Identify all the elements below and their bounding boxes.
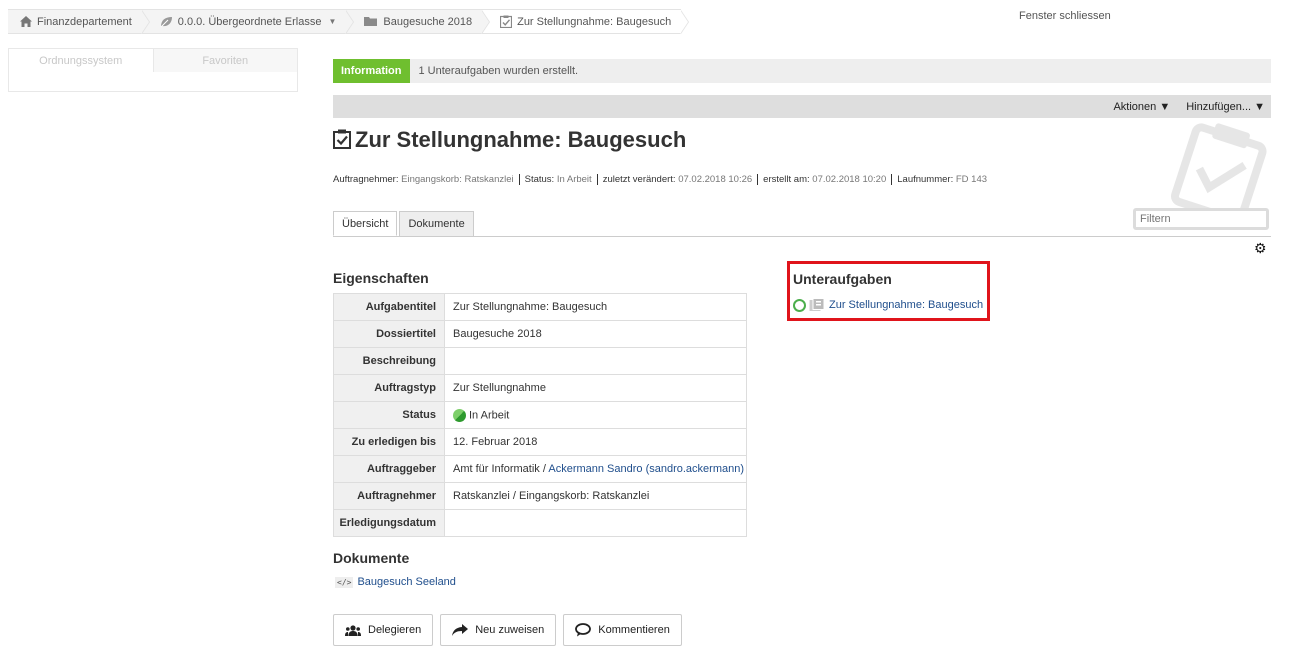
property-value: Zur Stellungnahme (444, 374, 747, 402)
property-value: Ratskanzlei / Eingangskorb: Ratskanzlei (444, 482, 747, 510)
table-row: Erledigungsdatum (333, 509, 747, 537)
tab-uebersicht[interactable]: Übersicht (333, 211, 398, 236)
meta-created: erstellt am: 07.02.2018 10:20 (757, 174, 891, 185)
subtask-link[interactable]: Zur Stellungnahme: Baugesuch (829, 299, 983, 311)
property-value (444, 509, 747, 537)
share-arrow-icon (452, 624, 469, 636)
property-value: Amt für Informatik / Ackermann Sandro (s… (444, 455, 747, 483)
status-open-icon (793, 298, 806, 312)
subtasks-heading: Unteraufgaben (793, 271, 892, 287)
documents-heading: Dokumente (333, 550, 410, 566)
code-file-icon: </> (335, 576, 354, 588)
document-link[interactable]: Baugesuch Seeland (357, 576, 455, 588)
folder-icon (364, 16, 378, 27)
property-key: Auftragstyp (333, 374, 445, 402)
property-key: Aufgabentitel (333, 293, 445, 321)
properties-table: Aufgabentitel Zur Stellungnahme: Baugesuc… (333, 293, 747, 537)
users-icon (345, 624, 361, 636)
meta-modified: zuletzt verändert: 07.02.2018 10:26 (596, 174, 757, 185)
property-key: Status (333, 401, 445, 429)
gear-icon[interactable]: ⚙ (1254, 240, 1267, 257)
property-value: 12. Februar 2018 (444, 428, 747, 456)
property-key: Dossiertitel (333, 320, 445, 348)
delegate-button[interactable]: Delegieren (333, 614, 434, 646)
document-item: </> Baugesuch Seeland (335, 576, 456, 588)
tab-favoriten[interactable]: Favoriten (152, 48, 297, 72)
metadata-line: Auftragnehmer: Eingangskorb: Ratskanzlei… (333, 174, 992, 185)
table-row: Auftragnehmer Ratskanzlei / Eingangskorb:… (333, 482, 747, 510)
tab-ordnungssystem[interactable]: Ordnungssystem (9, 48, 153, 72)
property-value: In Arbeit (444, 401, 747, 429)
table-row: Dossiertitel Baugesuche 2018 (333, 320, 747, 348)
meta-status: Status: In Arbeit (518, 174, 597, 185)
breadcrumb: Finanzdepartement 0.0.0. Übergeordnete E… (8, 9, 690, 34)
leaf-icon (160, 16, 173, 28)
table-row: Status In Arbeit (333, 401, 747, 429)
table-row: Auftragstyp Zur Stellungnahme (333, 374, 747, 402)
property-value (444, 347, 747, 375)
actions-menu[interactable]: Aktionen ▼ (1113, 101, 1170, 113)
property-key: Beschreibung (333, 347, 445, 375)
action-toolbar: Aktionen ▼ Hinzufügen... ▼ (333, 95, 1271, 118)
page-title: Zur Stellungnahme: Baugesuch (333, 127, 686, 153)
table-row: Beschreibung (333, 347, 747, 375)
task-icon (333, 129, 351, 152)
info-badge: Information (333, 59, 410, 83)
property-key: Zu erledigen bis (333, 428, 445, 456)
subtask-item: Zur Stellungnahme: Baugesuch (793, 298, 983, 312)
property-key: Erledigungsdatum (333, 509, 445, 537)
info-message: 1 Unteraufgaben wurden erstellt. (418, 65, 579, 77)
tab-dokumente[interactable]: Dokumente (399, 211, 474, 236)
add-menu[interactable]: Hinzufügen... ▼ (1186, 101, 1265, 113)
breadcrumb-item-finanzdepartement[interactable]: Finanzdepartement (8, 10, 150, 34)
property-value: Baugesuche 2018 (444, 320, 747, 348)
table-row: Zu erledigen bis 12. Februar 2018 (333, 428, 747, 456)
info-message-bar: Information 1 Unteraufgaben wurden erste… (333, 59, 1271, 83)
close-window-link[interactable]: Fenster schliessen (1019, 10, 1111, 22)
home-icon (20, 16, 32, 27)
table-row: Auftraggeber Amt für Informatik / Ackerma… (333, 455, 747, 483)
action-buttons: Delegieren Neu zuweisen Kommentieren (333, 614, 689, 646)
comment-button[interactable]: Kommentieren (563, 614, 682, 646)
breadcrumb-item-current-task: Zur Stellungnahme: Baugesuch (482, 10, 690, 34)
status-in-progress-icon (453, 408, 466, 422)
breadcrumb-item-baugesuche[interactable]: Baugesuche 2018 (346, 10, 490, 34)
task-icon (809, 298, 825, 312)
property-key: Auftragnehmer (333, 482, 445, 510)
property-key: Auftraggeber (333, 455, 445, 483)
properties-heading: Eigenschaften (333, 270, 429, 286)
filter-input[interactable] (1133, 208, 1269, 230)
comment-icon (575, 623, 592, 637)
content-tabs: Übersicht Dokumente (333, 211, 476, 236)
meta-sequence-number: Laufnummer: FD 143 (891, 174, 992, 185)
breadcrumb-item-erlasse[interactable]: 0.0.0. Übergeordnete Erlasse ▼ (142, 10, 355, 34)
issuer-user-link[interactable]: Ackermann Sandro (sandro.ackermann) (548, 463, 744, 475)
subtasks-panel: Unteraufgaben Zur Stellungnahme: Baugesu… (787, 261, 990, 321)
navigation-panel: Ordnungssystem Favoriten (8, 48, 298, 92)
page-title-text: Zur Stellungnahme: Baugesuch (355, 127, 687, 152)
chevron-down-icon[interactable]: ▼ (328, 17, 336, 26)
meta-assignee: Auftragnehmer: Eingangskorb: Ratskanzlei (333, 174, 514, 185)
property-value: Zur Stellungnahme: Baugesuch (444, 293, 747, 321)
table-row: Aufgabentitel Zur Stellungnahme: Baugesuc… (333, 293, 747, 321)
tab-divider (333, 236, 1271, 237)
task-icon (500, 15, 513, 28)
reassign-button[interactable]: Neu zuweisen (440, 614, 557, 646)
